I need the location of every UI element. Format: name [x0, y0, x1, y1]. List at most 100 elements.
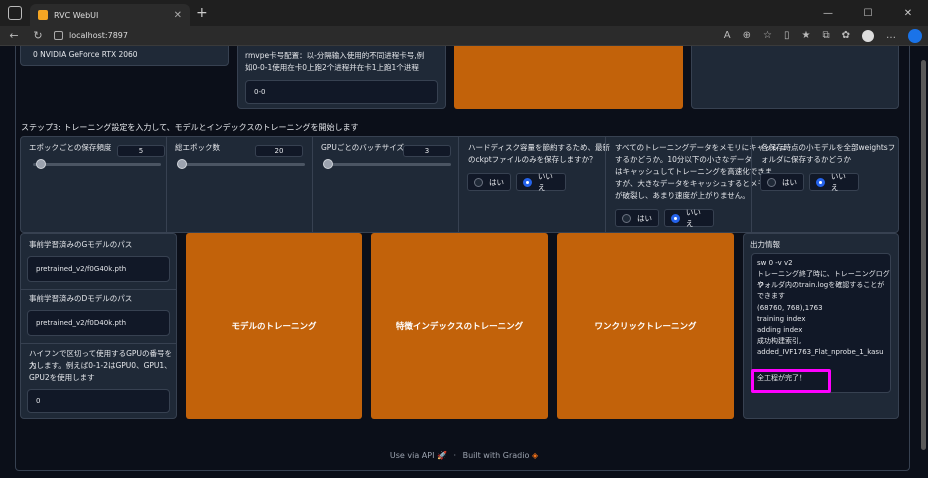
- batch-size-label: GPUごとのバッチサイズ: [321, 143, 405, 152]
- output-line: できます: [757, 292, 785, 300]
- avatar[interactable]: [862, 29, 874, 42]
- pretrained-g-input[interactable]: pretrained_v2/f0G40k.pth: [27, 256, 170, 282]
- close-window-icon[interactable]: ✕: [888, 8, 928, 19]
- save-weights-no-label: いいえ: [830, 172, 846, 192]
- save-freq-input[interactable]: 5: [117, 145, 165, 157]
- save-freq-slider-handle[interactable]: [36, 159, 46, 169]
- pretrained-d-value: pretrained_v2/f0D40k.pth: [36, 319, 127, 327]
- save-weights-label-1: 各保存時点の小モデルを全部weightsフ: [761, 143, 896, 152]
- save-weights-yes-radio[interactable]: はい: [760, 173, 804, 191]
- radio-off-icon: [474, 177, 483, 187]
- refresh-icon[interactable]: ↻: [28, 29, 48, 42]
- footer-separator: ·: [453, 451, 457, 460]
- back-icon[interactable]: ←: [4, 29, 24, 42]
- divider: [312, 136, 313, 233]
- divider: [605, 136, 606, 233]
- total-epoch-slider[interactable]: [177, 163, 305, 166]
- maximize-icon[interactable]: ☐: [848, 8, 888, 19]
- latest-ckpt-no-radio[interactable]: いいえ: [516, 172, 566, 192]
- built-with-gradio-link[interactable]: Built with Gradio: [463, 451, 530, 460]
- output-line: training index: [757, 315, 806, 323]
- cache-no-label: いいえ: [685, 208, 701, 228]
- cache-yes-radio[interactable]: はい: [615, 209, 659, 227]
- gpus-label-2: 力します。例えば0-1-2はGPU0、GPU1、: [29, 361, 172, 370]
- radio-on-icon: [816, 177, 825, 187]
- pretrained-d-label: 事前学習済みのDモデルのパス: [29, 294, 133, 303]
- output-line: フォルダ内のtrain.logを確認することが: [757, 281, 885, 289]
- url-text: localhost:7897: [69, 31, 128, 40]
- total-epoch-slider-handle[interactable]: [177, 159, 187, 169]
- output-line: (68760, 768),1763: [757, 304, 823, 312]
- gradio-logo-icon: ◈: [531, 451, 539, 460]
- train-index-button[interactable]: 特徴インデックスのトレーニング: [371, 233, 548, 419]
- radio-on-icon: [523, 177, 532, 187]
- footer: Use via API 🚀 · Built with Gradio ◈: [0, 451, 928, 460]
- training-settings-row: エポックごとの保存頻度 5 総エポック数 20 GPUごとのバッチサイズ 3 ハ…: [20, 136, 899, 233]
- pretrained-g-value: pretrained_v2/f0G40k.pth: [36, 265, 127, 273]
- cache-yes-label: はい: [637, 213, 652, 223]
- batch-size-slider[interactable]: [323, 163, 451, 166]
- gpus-value: 0: [36, 397, 41, 405]
- total-epoch-input[interactable]: 20: [255, 145, 303, 157]
- cache-no-radio[interactable]: いいえ: [664, 208, 714, 228]
- cache-label-5: が破裂し、あまり速度が上がりません。: [615, 191, 750, 200]
- batch-size-slider-handle[interactable]: [323, 159, 333, 169]
- pretrained-paths-panel: 事前学習済みのGモデルのパス pretrained_v2/f0G40k.pth …: [20, 233, 177, 419]
- favorites-icon[interactable]: ★: [802, 30, 811, 41]
- one-click-train-button[interactable]: ワンクリックトレーニング: [557, 233, 734, 419]
- batch-size-value: 3: [424, 147, 430, 155]
- tab-close-icon[interactable]: ✕: [174, 10, 182, 21]
- pretrained-g-label: 事前学習済みのGモデルのパス: [29, 240, 133, 249]
- divider: [21, 289, 176, 290]
- rmvpe-input[interactable]: 0-0: [245, 80, 438, 104]
- settings-more-icon[interactable]: …: [886, 30, 896, 41]
- read-aloud-icon[interactable]: A: [724, 30, 731, 41]
- tab-title: RVC WebUI: [54, 10, 99, 20]
- output-line: added_IVF1763_Flat_nprobe_1_kasu: [757, 348, 884, 356]
- divider: [21, 343, 176, 344]
- top-right-panel: [691, 46, 899, 109]
- copilot-icon[interactable]: [908, 28, 922, 43]
- gpus-input[interactable]: 0: [27, 389, 170, 413]
- output-line: 成功构建索引,: [757, 337, 802, 345]
- output-line: adding index: [757, 326, 803, 334]
- latest-ckpt-yes-radio[interactable]: はい: [467, 173, 511, 191]
- collections-icon[interactable]: ⧉: [822, 30, 829, 41]
- browser-tab[interactable]: RVC WebUI ✕: [30, 4, 190, 26]
- favorite-star-icon[interactable]: ☆: [763, 30, 772, 41]
- page-content: 0 NVIDIA GeForce RTX 2060 rmvpe卡号配置：以-分隔…: [0, 46, 928, 478]
- split-screen-icon[interactable]: ▯: [784, 30, 790, 41]
- save-freq-label: エポックごとの保存頻度: [29, 143, 112, 152]
- train-model-button[interactable]: モデルのトレーニング: [186, 233, 362, 419]
- save-weights-yes-label: はい: [782, 177, 797, 187]
- pretrained-d-input[interactable]: pretrained_v2/f0D40k.pth: [27, 310, 170, 336]
- latest-ckpt-no-label: いいえ: [537, 172, 553, 192]
- use-via-api-link[interactable]: Use via API: [390, 451, 435, 460]
- extensions-icon[interactable]: ✿: [842, 30, 850, 41]
- divider: [166, 136, 167, 233]
- save-freq-slider[interactable]: [33, 163, 161, 166]
- radio-off-icon: [767, 177, 776, 187]
- highlight-box: [751, 369, 831, 393]
- orange-action-button-top[interactable]: [454, 46, 683, 109]
- radio-on-icon: [671, 213, 680, 223]
- address-bar: ← ↻ localhost:7897 A ⊕ ☆ ▯ ★ ⧉ ✿ …: [0, 26, 928, 46]
- divider: [751, 136, 752, 233]
- minimize-icon[interactable]: —: [808, 8, 848, 19]
- radio-off-icon: [622, 213, 631, 223]
- save-weights-no-radio[interactable]: いいえ: [809, 172, 859, 192]
- output-label: 出力情報: [750, 240, 780, 249]
- gpu-info-panel: 0 NVIDIA GeForce RTX 2060: [20, 46, 229, 66]
- cache-label-4: すが、大きなデータをキャッシュするとメモリ: [615, 179, 773, 188]
- zoom-icon[interactable]: ⊕: [743, 30, 751, 41]
- page-scrollbar[interactable]: [921, 60, 926, 450]
- cache-label-2: するかどうか。10分以下の小さなデータ: [615, 155, 752, 164]
- batch-size-input[interactable]: 3: [403, 145, 451, 157]
- rocket-icon: 🚀: [436, 451, 447, 460]
- site-info-icon[interactable]: [54, 31, 63, 40]
- url-field[interactable]: localhost:7897: [54, 31, 128, 40]
- workspaces-icon[interactable]: [8, 6, 22, 20]
- output-line: sw 0 -v v2: [757, 259, 793, 267]
- new-tab-icon[interactable]: +: [196, 5, 208, 21]
- gpu-info-text: 0 NVIDIA GeForce RTX 2060: [33, 50, 138, 59]
